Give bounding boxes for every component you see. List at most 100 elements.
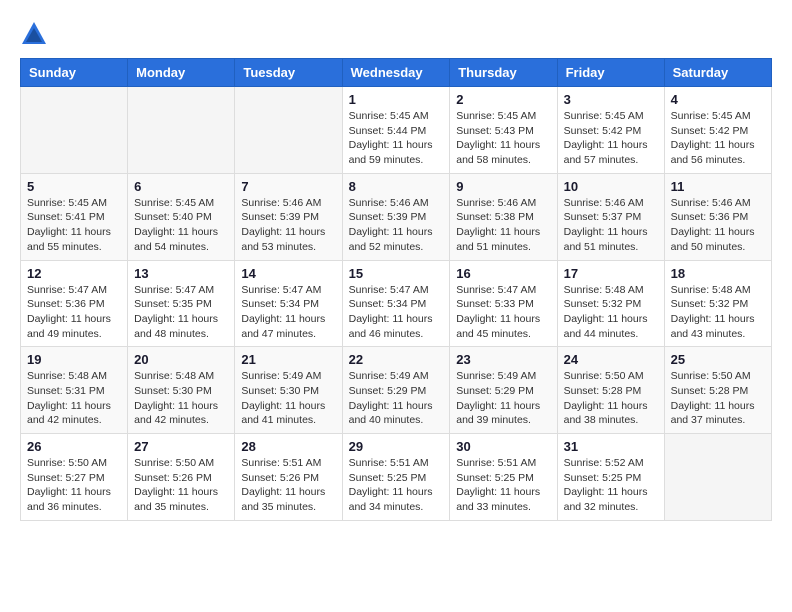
calendar-cell: 1 Sunrise: 5:45 AM Sunset: 5:44 PM Daylig… xyxy=(342,87,450,174)
calendar-cell: 29Sunrise: 5:51 AM Sunset: 5:25 PM Dayli… xyxy=(342,434,450,521)
calendar-cell: 23 Sunrise: 5:49 AM Sunset: 5:29 PM Dayli… xyxy=(450,347,557,434)
calendar-table: SundayMondayTuesdayWednesdayThursdayFrid… xyxy=(20,58,772,521)
calendar-cell: 10 Sunrise: 5:46 AM Sunset: 5:37 PM Dayli… xyxy=(557,173,664,260)
day-info: Sunrise: 5:48 AM Sunset: 5:30 PM Dayligh… xyxy=(134,369,228,428)
day-number: 25 xyxy=(671,352,765,367)
calendar-header-tuesday: Tuesday xyxy=(235,59,342,87)
calendar-header-monday: Monday xyxy=(128,59,235,87)
calendar-cell xyxy=(235,87,342,174)
day-number: 1 xyxy=(349,92,444,107)
calendar-week-row: 19 Sunrise: 5:48 AM Sunset: 5:31 PM Dayli… xyxy=(21,347,772,434)
day-number: 30 xyxy=(456,439,550,454)
calendar-cell: 31 Sunrise: 5:52 AM Sunset: 5:25 PM Dayli… xyxy=(557,434,664,521)
calendar-cell xyxy=(664,434,771,521)
day-number: 12 xyxy=(27,266,121,281)
day-info: Sunrise: 5:51 AM Sunset: 5:25 PM Dayligh… xyxy=(456,456,550,515)
calendar-cell: 22 Sunrise: 5:49 AM Sunset: 5:29 PM Dayli… xyxy=(342,347,450,434)
day-number: 31 xyxy=(564,439,658,454)
day-number: 3 xyxy=(564,92,658,107)
day-info: Sunrise: 5:47 AM Sunset: 5:33 PM Dayligh… xyxy=(456,283,550,342)
day-info: Sunrise: 5:45 AM Sunset: 5:44 PM Dayligh… xyxy=(349,109,444,168)
calendar-cell: 15Sunrise: 5:47 AM Sunset: 5:34 PM Dayli… xyxy=(342,260,450,347)
calendar-cell: 21Sunrise: 5:49 AM Sunset: 5:30 PM Dayli… xyxy=(235,347,342,434)
day-info: Sunrise: 5:52 AM Sunset: 5:25 PM Dayligh… xyxy=(564,456,658,515)
day-number: 14 xyxy=(241,266,335,281)
calendar-cell: 19 Sunrise: 5:48 AM Sunset: 5:31 PM Dayli… xyxy=(21,347,128,434)
day-number: 10 xyxy=(564,179,658,194)
logo xyxy=(20,20,52,48)
calendar-cell: 18 Sunrise: 5:48 AM Sunset: 5:32 PM Dayli… xyxy=(664,260,771,347)
day-info: Sunrise: 5:50 AM Sunset: 5:28 PM Dayligh… xyxy=(671,369,765,428)
calendar-cell: 26 Sunrise: 5:50 AM Sunset: 5:27 PM Dayli… xyxy=(21,434,128,521)
day-info: Sunrise: 5:45 AM Sunset: 5:43 PM Dayligh… xyxy=(456,109,550,168)
calendar-cell: 9 Sunrise: 5:46 AM Sunset: 5:38 PM Daylig… xyxy=(450,173,557,260)
day-number: 9 xyxy=(456,179,550,194)
calendar-week-row: 12 Sunrise: 5:47 AM Sunset: 5:36 PM Dayli… xyxy=(21,260,772,347)
calendar-cell xyxy=(128,87,235,174)
calendar-cell: 4 Sunrise: 5:45 AM Sunset: 5:42 PM Daylig… xyxy=(664,87,771,174)
day-info: Sunrise: 5:47 AM Sunset: 5:35 PM Dayligh… xyxy=(134,283,228,342)
day-info: Sunrise: 5:45 AM Sunset: 5:40 PM Dayligh… xyxy=(134,196,228,255)
calendar-header-thursday: Thursday xyxy=(450,59,557,87)
day-info: Sunrise: 5:46 AM Sunset: 5:36 PM Dayligh… xyxy=(671,196,765,255)
calendar-header-row: SundayMondayTuesdayWednesdayThursdayFrid… xyxy=(21,59,772,87)
calendar-cell: 6 Sunrise: 5:45 AM Sunset: 5:40 PM Daylig… xyxy=(128,173,235,260)
day-info: Sunrise: 5:46 AM Sunset: 5:38 PM Dayligh… xyxy=(456,196,550,255)
calendar-cell: 3Sunrise: 5:45 AM Sunset: 5:42 PM Daylig… xyxy=(557,87,664,174)
day-info: Sunrise: 5:51 AM Sunset: 5:26 PM Dayligh… xyxy=(241,456,335,515)
day-info: Sunrise: 5:46 AM Sunset: 5:39 PM Dayligh… xyxy=(241,196,335,255)
calendar-cell: 28Sunrise: 5:51 AM Sunset: 5:26 PM Dayli… xyxy=(235,434,342,521)
calendar-header-friday: Friday xyxy=(557,59,664,87)
day-number: 5 xyxy=(27,179,121,194)
day-info: Sunrise: 5:46 AM Sunset: 5:39 PM Dayligh… xyxy=(349,196,444,255)
day-number: 4 xyxy=(671,92,765,107)
day-info: Sunrise: 5:48 AM Sunset: 5:32 PM Dayligh… xyxy=(564,283,658,342)
day-info: Sunrise: 5:47 AM Sunset: 5:34 PM Dayligh… xyxy=(349,283,444,342)
logo-icon xyxy=(20,20,48,48)
calendar-header-saturday: Saturday xyxy=(664,59,771,87)
calendar-cell: 12 Sunrise: 5:47 AM Sunset: 5:36 PM Dayli… xyxy=(21,260,128,347)
calendar-cell: 8 Sunrise: 5:46 AM Sunset: 5:39 PM Daylig… xyxy=(342,173,450,260)
day-info: Sunrise: 5:49 AM Sunset: 5:29 PM Dayligh… xyxy=(349,369,444,428)
day-number: 7 xyxy=(241,179,335,194)
day-number: 11 xyxy=(671,179,765,194)
calendar-week-row: 1 Sunrise: 5:45 AM Sunset: 5:44 PM Daylig… xyxy=(21,87,772,174)
day-number: 20 xyxy=(134,352,228,367)
day-number: 2 xyxy=(456,92,550,107)
day-number: 26 xyxy=(27,439,121,454)
calendar-cell: 11 Sunrise: 5:46 AM Sunset: 5:36 PM Dayli… xyxy=(664,173,771,260)
calendar-cell: 25 Sunrise: 5:50 AM Sunset: 5:28 PM Dayli… xyxy=(664,347,771,434)
day-info: Sunrise: 5:49 AM Sunset: 5:29 PM Dayligh… xyxy=(456,369,550,428)
calendar-week-row: 5Sunrise: 5:45 AM Sunset: 5:41 PM Daylig… xyxy=(21,173,772,260)
day-info: Sunrise: 5:50 AM Sunset: 5:27 PM Dayligh… xyxy=(27,456,121,515)
calendar-cell: 5Sunrise: 5:45 AM Sunset: 5:41 PM Daylig… xyxy=(21,173,128,260)
calendar-header-wednesday: Wednesday xyxy=(342,59,450,87)
calendar-cell: 30 Sunrise: 5:51 AM Sunset: 5:25 PM Dayli… xyxy=(450,434,557,521)
calendar-cell: 16Sunrise: 5:47 AM Sunset: 5:33 PM Dayli… xyxy=(450,260,557,347)
day-info: Sunrise: 5:48 AM Sunset: 5:31 PM Dayligh… xyxy=(27,369,121,428)
day-info: Sunrise: 5:46 AM Sunset: 5:37 PM Dayligh… xyxy=(564,196,658,255)
calendar-header-sunday: Sunday xyxy=(21,59,128,87)
calendar-cell: 14Sunrise: 5:47 AM Sunset: 5:34 PM Dayli… xyxy=(235,260,342,347)
day-number: 19 xyxy=(27,352,121,367)
day-number: 29 xyxy=(349,439,444,454)
calendar-week-row: 26 Sunrise: 5:50 AM Sunset: 5:27 PM Dayli… xyxy=(21,434,772,521)
day-info: Sunrise: 5:48 AM Sunset: 5:32 PM Dayligh… xyxy=(671,283,765,342)
calendar-cell: 20 Sunrise: 5:48 AM Sunset: 5:30 PM Dayli… xyxy=(128,347,235,434)
day-info: Sunrise: 5:49 AM Sunset: 5:30 PM Dayligh… xyxy=(241,369,335,428)
day-number: 27 xyxy=(134,439,228,454)
day-number: 22 xyxy=(349,352,444,367)
day-number: 18 xyxy=(671,266,765,281)
day-number: 8 xyxy=(349,179,444,194)
day-number: 23 xyxy=(456,352,550,367)
day-number: 6 xyxy=(134,179,228,194)
calendar-cell: 17Sunrise: 5:48 AM Sunset: 5:32 PM Dayli… xyxy=(557,260,664,347)
day-info: Sunrise: 5:45 AM Sunset: 5:42 PM Dayligh… xyxy=(671,109,765,168)
calendar-cell: 24 Sunrise: 5:50 AM Sunset: 5:28 PM Dayli… xyxy=(557,347,664,434)
day-info: Sunrise: 5:47 AM Sunset: 5:36 PM Dayligh… xyxy=(27,283,121,342)
calendar-cell: 27Sunrise: 5:50 AM Sunset: 5:26 PM Dayli… xyxy=(128,434,235,521)
day-number: 13 xyxy=(134,266,228,281)
day-number: 24 xyxy=(564,352,658,367)
page-header xyxy=(20,20,772,48)
day-info: Sunrise: 5:50 AM Sunset: 5:28 PM Dayligh… xyxy=(564,369,658,428)
